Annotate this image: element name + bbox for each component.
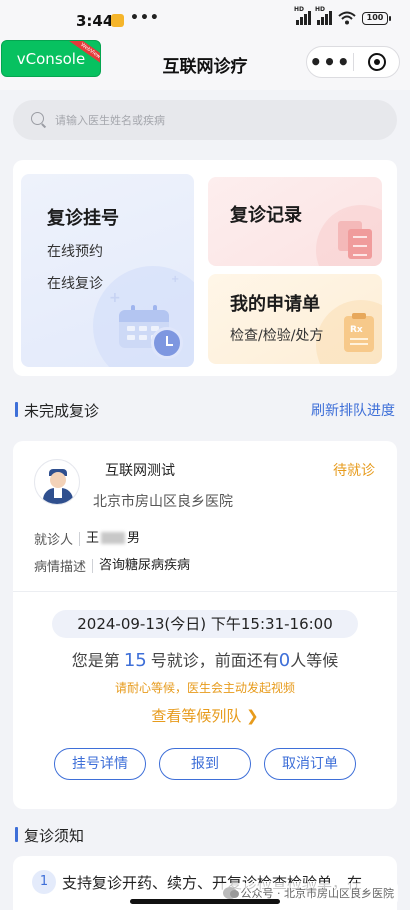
patient-label: 就诊人 xyxy=(34,533,74,548)
patient-surname: 王 xyxy=(86,530,100,546)
queue-number: 15 xyxy=(123,650,147,671)
followup-line-1: 在线预约 xyxy=(47,244,103,260)
my-applications-title: 我的申请单 xyxy=(230,294,320,315)
prescription-icon: Rx xyxy=(344,313,374,352)
vconsole-label: vConsole xyxy=(16,49,86,68)
more-notifications-icon: ••• xyxy=(130,10,160,26)
search-bar[interactable] xyxy=(13,100,397,140)
vconsole-button[interactable]: vConsole WebView xyxy=(1,40,101,77)
wait-note: 请耐心等候，医生会主动发起视频 xyxy=(114,681,295,695)
followup-registration-card[interactable]: + + 复诊挂号 在线预约 在线复诊 xyxy=(21,174,194,367)
plus-decoration-icon: + xyxy=(171,274,180,285)
followup-registration-title: 复诊挂号 xyxy=(47,208,119,229)
notice-heading-label: 复诊须知 xyxy=(24,827,85,845)
followup-records-title: 复诊记录 xyxy=(230,205,302,226)
heading-accent-bar xyxy=(15,402,18,417)
registration-detail-button[interactable]: 挂号详情 xyxy=(54,748,146,780)
close-miniprogram-button[interactable] xyxy=(368,53,386,71)
condition-label: 病情描述 xyxy=(34,560,87,575)
queue-suffix: 人等候 xyxy=(290,651,339,670)
capsule-divider xyxy=(353,53,354,71)
miniprogram-capsule: ••• xyxy=(306,46,400,78)
appointment-time: 2024-09-13(今日) 下午15:31-16:00 xyxy=(52,610,358,638)
condition-value: 咨询糖尿病疾病 xyxy=(92,558,190,573)
queue-mid: 号就诊，前面还有 xyxy=(150,651,279,670)
status-indicators: HD HD 100 xyxy=(294,6,391,25)
wechat-icon xyxy=(222,887,239,899)
queue-ahead-count: 0 xyxy=(278,650,291,671)
condition-row: 病情描述 咨询糖尿病疾病 xyxy=(34,556,190,575)
patient-gender: 男 xyxy=(127,530,141,546)
doctor-name: 互联网测试 xyxy=(105,463,175,479)
pending-visit-card: 互联网测试 待就诊 北京市房山区良乡医院 就诊人 王男 病情描述 咨询糖尿病疾病… xyxy=(13,441,397,809)
clock-icon xyxy=(151,327,183,359)
notification-icon xyxy=(111,14,124,27)
check-in-button[interactable]: 报到 xyxy=(159,748,251,780)
queue-status: 您是第 15 号就诊，前面还有0人等候 xyxy=(13,647,397,671)
doctor-avatar xyxy=(34,459,80,505)
records-document-icon xyxy=(348,229,372,259)
notice-item-number: 1 xyxy=(32,870,56,894)
search-section xyxy=(0,90,410,150)
patient-value: 王男 xyxy=(79,530,141,546)
queue-prefix: 您是第 xyxy=(71,651,120,670)
view-queue-link[interactable]: 查看等候列队 ❯ xyxy=(13,705,397,726)
search-icon xyxy=(31,112,47,128)
hospital-name: 北京市房山区良乡医院 xyxy=(93,494,233,510)
wifi-icon xyxy=(338,11,356,25)
notice-section-heading: 复诊须知 xyxy=(13,824,397,846)
signal-icon: HD xyxy=(315,6,332,25)
followup-records-card[interactable]: 复诊记录 xyxy=(208,177,382,266)
heading-accent-bar xyxy=(15,827,18,842)
refresh-queue-link[interactable]: 刷新排队进度 xyxy=(311,400,395,420)
my-applications-card[interactable]: 我的申请单 检查/检验/处方 Rx xyxy=(208,274,382,364)
status-bar: 3:44 ••• HD HD 100 xyxy=(0,0,410,36)
patient-row: 就诊人 王男 xyxy=(34,529,140,548)
signal-icon: HD xyxy=(294,6,311,25)
redacted-name xyxy=(101,532,126,544)
status-time: 3:44 xyxy=(76,12,114,30)
cancel-order-button[interactable]: 取消订单 xyxy=(264,748,356,780)
search-input[interactable] xyxy=(55,113,355,127)
more-menu-button[interactable]: ••• xyxy=(307,47,353,77)
pending-heading-label: 未完成复诊 xyxy=(24,402,100,420)
followup-line-2: 在线复诊 xyxy=(47,276,103,292)
card-divider xyxy=(13,591,397,592)
home-indicator xyxy=(130,899,280,904)
visit-status-badge: 待就诊 xyxy=(333,463,375,479)
pending-section-heading: 未完成复诊 刷新排队进度 xyxy=(13,399,397,421)
applications-subtitle: 检查/检验/处方 xyxy=(230,328,324,344)
battery-icon: 100 xyxy=(362,11,391,25)
services-panel: + + 复诊挂号 在线预约 在线复诊 复诊记录 我的申请单 检查/检验/处方 R… xyxy=(13,160,397,376)
